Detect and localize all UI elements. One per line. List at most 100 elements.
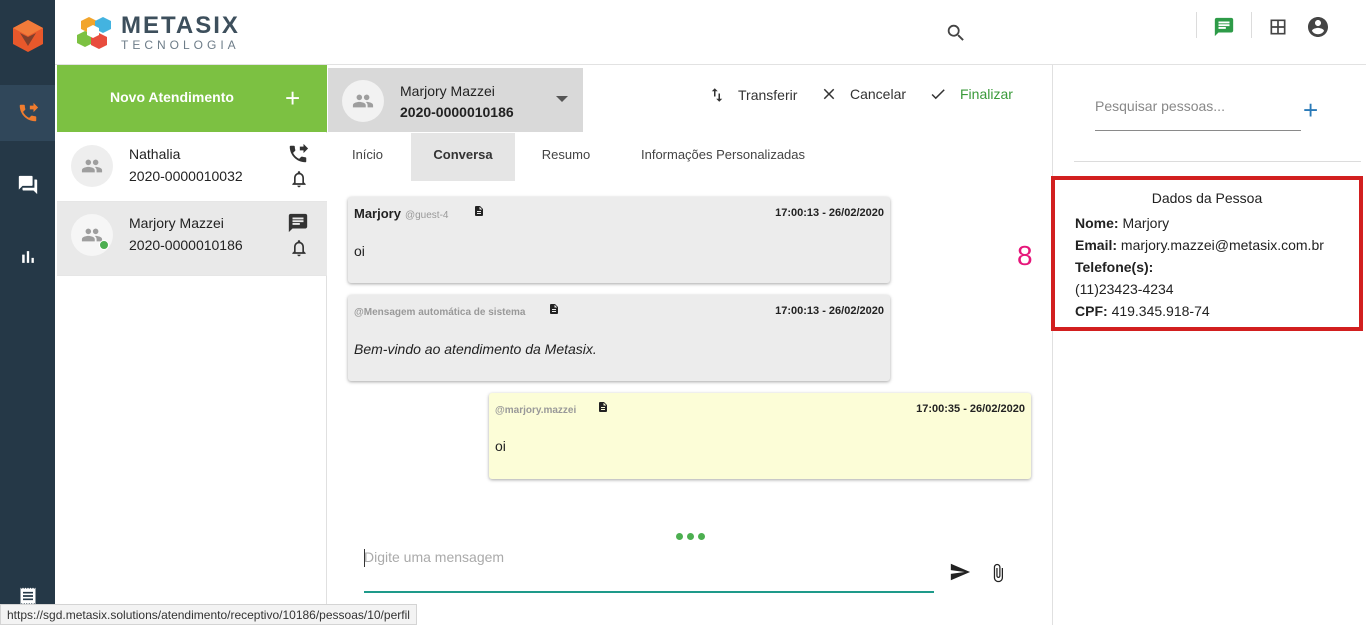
message-time: 17:00:13 - 26/02/2020: [775, 207, 884, 219]
attendance-list-panel: Novo Atendimento + Nathalia 2020-0000010…: [55, 65, 327, 625]
contact-item-selected[interactable]: Marjory Mazzei 2020-0000010186: [57, 202, 327, 276]
account-button[interactable]: [1305, 14, 1331, 40]
message-bubble: Marjory @guest-4 17:00:13 - 26/02/2020 oi: [348, 197, 890, 283]
phone-forward-icon: [19, 102, 38, 122]
tab-conversa[interactable]: Conversa: [411, 133, 515, 181]
tab-inicio[interactable]: Início: [334, 133, 401, 181]
search-icon: [947, 24, 964, 41]
group-avatar-icon: [71, 214, 113, 256]
person-name-row: Nome: Marjory: [1075, 215, 1169, 231]
contact-protocol: 2020-0000010032: [129, 168, 243, 184]
text-caret: [364, 549, 365, 567]
close-icon: [823, 88, 835, 100]
transfer-button[interactable]: Transferir: [708, 85, 797, 105]
check-icon: [931, 89, 945, 100]
message-text: Bem-vindo ao atendimento da Metasix.: [354, 341, 597, 357]
global-search-button[interactable]: [943, 20, 969, 46]
grid-icon: [1270, 19, 1286, 35]
chat-icon: [287, 212, 309, 239]
add-person-button[interactable]: +: [1303, 97, 1318, 123]
contact-protocol: 2020-0000010186: [129, 237, 243, 253]
send-button[interactable]: [948, 561, 972, 588]
nav-reports[interactable]: [0, 229, 55, 285]
contact-name: Nathalia: [129, 146, 181, 162]
message-input[interactable]: [364, 545, 924, 569]
phone-forward-icon: [287, 143, 309, 170]
person-name: Marjory: [1122, 215, 1170, 231]
finish-label: Finalizar: [960, 86, 1013, 102]
person-details-card: Dados da Pessoa Nome: Marjory Email: mar…: [1051, 176, 1363, 331]
document-icon[interactable]: [548, 302, 560, 321]
brand-subtitle: TECNOLOGIA: [121, 38, 240, 52]
message-time: 17:00:13 - 26/02/2020: [775, 305, 884, 317]
apps-grid-button[interactable]: [1265, 14, 1291, 40]
brand-name: METASIX: [121, 12, 240, 39]
send-icon: [950, 563, 971, 581]
person-phone: (11)23423-4234: [1075, 281, 1174, 297]
group-avatar-icon: [71, 145, 113, 187]
bell-icon[interactable]: [289, 168, 309, 195]
contact-item[interactable]: Nathalia 2020-0000010032: [57, 133, 327, 202]
attach-button[interactable]: [988, 561, 1008, 590]
new-attendance-label: Novo Atendimento: [110, 89, 234, 105]
message-sender: Marjory @guest-4: [354, 206, 448, 221]
app-sidebar: [0, 0, 55, 625]
paperclip-icon: [993, 563, 1003, 583]
group-avatar-icon: [342, 80, 384, 122]
header-divider: [1196, 12, 1197, 38]
finish-button[interactable]: Finalizar: [928, 85, 1013, 103]
header-divider: [1251, 12, 1252, 38]
message-bubble-own: @marjory.mazzei 17:00:35 - 26/02/2020 oi: [489, 393, 1031, 479]
email-label: Email:: [1075, 237, 1118, 253]
conversation-name: Marjory Mazzei: [400, 83, 495, 99]
swap-vertical-icon: [711, 88, 723, 102]
person-phone-label-row: Telefone(s):: [1075, 259, 1153, 275]
online-status-dot: [99, 240, 109, 250]
nav-chat[interactable]: [0, 157, 55, 213]
person-panel: + Dados da Pessoa Nome: Marjory Email: m…: [1051, 65, 1366, 625]
bar-chart-icon: [21, 251, 34, 263]
metasix-logo-icon: [77, 16, 111, 49]
name-label: Nome:: [1075, 215, 1119, 231]
people-search-input[interactable]: [1095, 93, 1295, 119]
tab-informacoes-personalizadas[interactable]: Informações Personalizadas: [628, 133, 818, 181]
person-cpf: 419.345.918-74: [1111, 303, 1210, 319]
account-circle-icon: [1308, 17, 1328, 37]
chat-icon: [18, 175, 37, 195]
people-search-field: [1095, 93, 1301, 131]
transfer-label: Transferir: [738, 87, 798, 103]
conversation-selector[interactable]: Marjory Mazzei 2020-0000010186: [328, 68, 583, 132]
bell-icon[interactable]: [289, 237, 309, 264]
tab-resumo[interactable]: Resumo: [528, 133, 604, 181]
message-icon: [1214, 17, 1234, 37]
cpf-label: CPF:: [1075, 303, 1108, 319]
nav-attendance[interactable]: [0, 85, 55, 141]
cancel-button[interactable]: Cancelar: [820, 85, 906, 103]
document-icon[interactable]: [473, 204, 485, 223]
messages-button[interactable]: [1211, 14, 1237, 40]
message-composer: [364, 543, 934, 593]
document-icon[interactable]: [597, 400, 609, 419]
message-text: oi: [354, 243, 365, 259]
divider: [1074, 161, 1361, 162]
message-time: 17:00:35 - 26/02/2020: [916, 403, 1025, 415]
plus-icon: +: [285, 83, 301, 113]
status-bar-url: https://sgd.metasix.solutions/atendiment…: [0, 604, 417, 625]
message-text: oi: [495, 438, 506, 454]
new-attendance-button[interactable]: Novo Atendimento +: [57, 65, 327, 132]
person-cpf-row: CPF: 419.345.918-74: [1075, 303, 1210, 319]
sender-handle: @Mensagem automática de sistema: [354, 307, 526, 318]
typing-indicator: [676, 533, 705, 540]
sender-name: Marjory: [354, 206, 401, 221]
sender-handle: @marjory.mazzei: [495, 405, 577, 416]
person-details-title: Dados da Pessoa: [1151, 190, 1263, 206]
conversation-panel: Marjory Mazzei 2020-0000010186 Transferi…: [328, 65, 1052, 625]
receipt-icon: [20, 587, 35, 605]
top-header: METASIX TECNOLOGIA: [55, 0, 1366, 65]
dropdown-caret-icon: [556, 96, 568, 102]
brand-logo[interactable]: METASIX TECNOLOGIA: [77, 14, 240, 51]
person-email-row: Email: marjory.mazzei@metasix.com.br: [1075, 237, 1324, 253]
cancel-label: Cancelar: [850, 86, 907, 102]
app-logo-icon[interactable]: [11, 18, 45, 54]
message-bubble: @Mensagem automática de sistema 17:00:13…: [348, 295, 890, 381]
